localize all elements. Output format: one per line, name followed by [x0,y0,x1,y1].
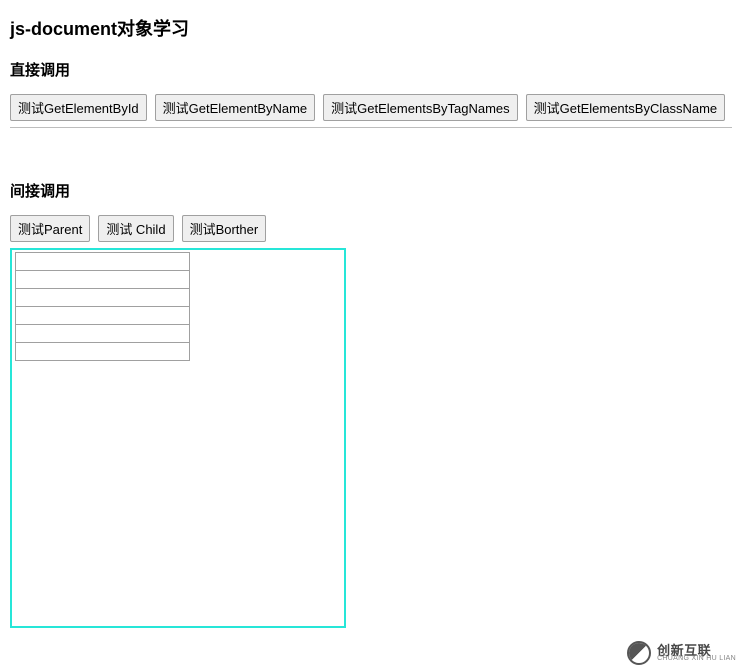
table-row [16,253,190,271]
table-row [16,271,190,289]
test-getelementbyname-button[interactable]: 测试GetElementByName [155,94,316,121]
test-child-button[interactable]: 测试 Child [98,215,173,242]
test-getelementsbytagnames-button[interactable]: 测试GetElementsByTagNames [323,94,517,121]
test-getelementsbyclassname-button[interactable]: 测试GetElementsByClassName [526,94,726,121]
demo-table [15,252,190,361]
divider [10,127,732,128]
demo-container [10,248,346,628]
direct-button-row: 测试GetElementById 测试GetElementByName 测试Ge… [10,94,732,121]
test-borther-button[interactable]: 测试Borther [182,215,267,242]
section-indirect-heading: 间接调用 [10,180,732,201]
table-row [16,289,190,307]
test-parent-button[interactable]: 测试Parent [10,215,90,242]
table-row [16,307,190,325]
indirect-button-row: 测试Parent 测试 Child 测试Borther [10,215,732,242]
table-row [16,343,190,361]
watermark: 创新互联 CHUANG XIN HU LIAN [627,641,736,665]
section-direct-heading: 直接调用 [10,59,732,80]
page-title: js-document对象学习 [10,15,732,41]
watermark-sub: CHUANG XIN HU LIAN [657,655,736,662]
test-getelementbyid-button[interactable]: 测试GetElementById [10,94,147,121]
watermark-logo-icon [627,641,651,665]
table-row [16,325,190,343]
